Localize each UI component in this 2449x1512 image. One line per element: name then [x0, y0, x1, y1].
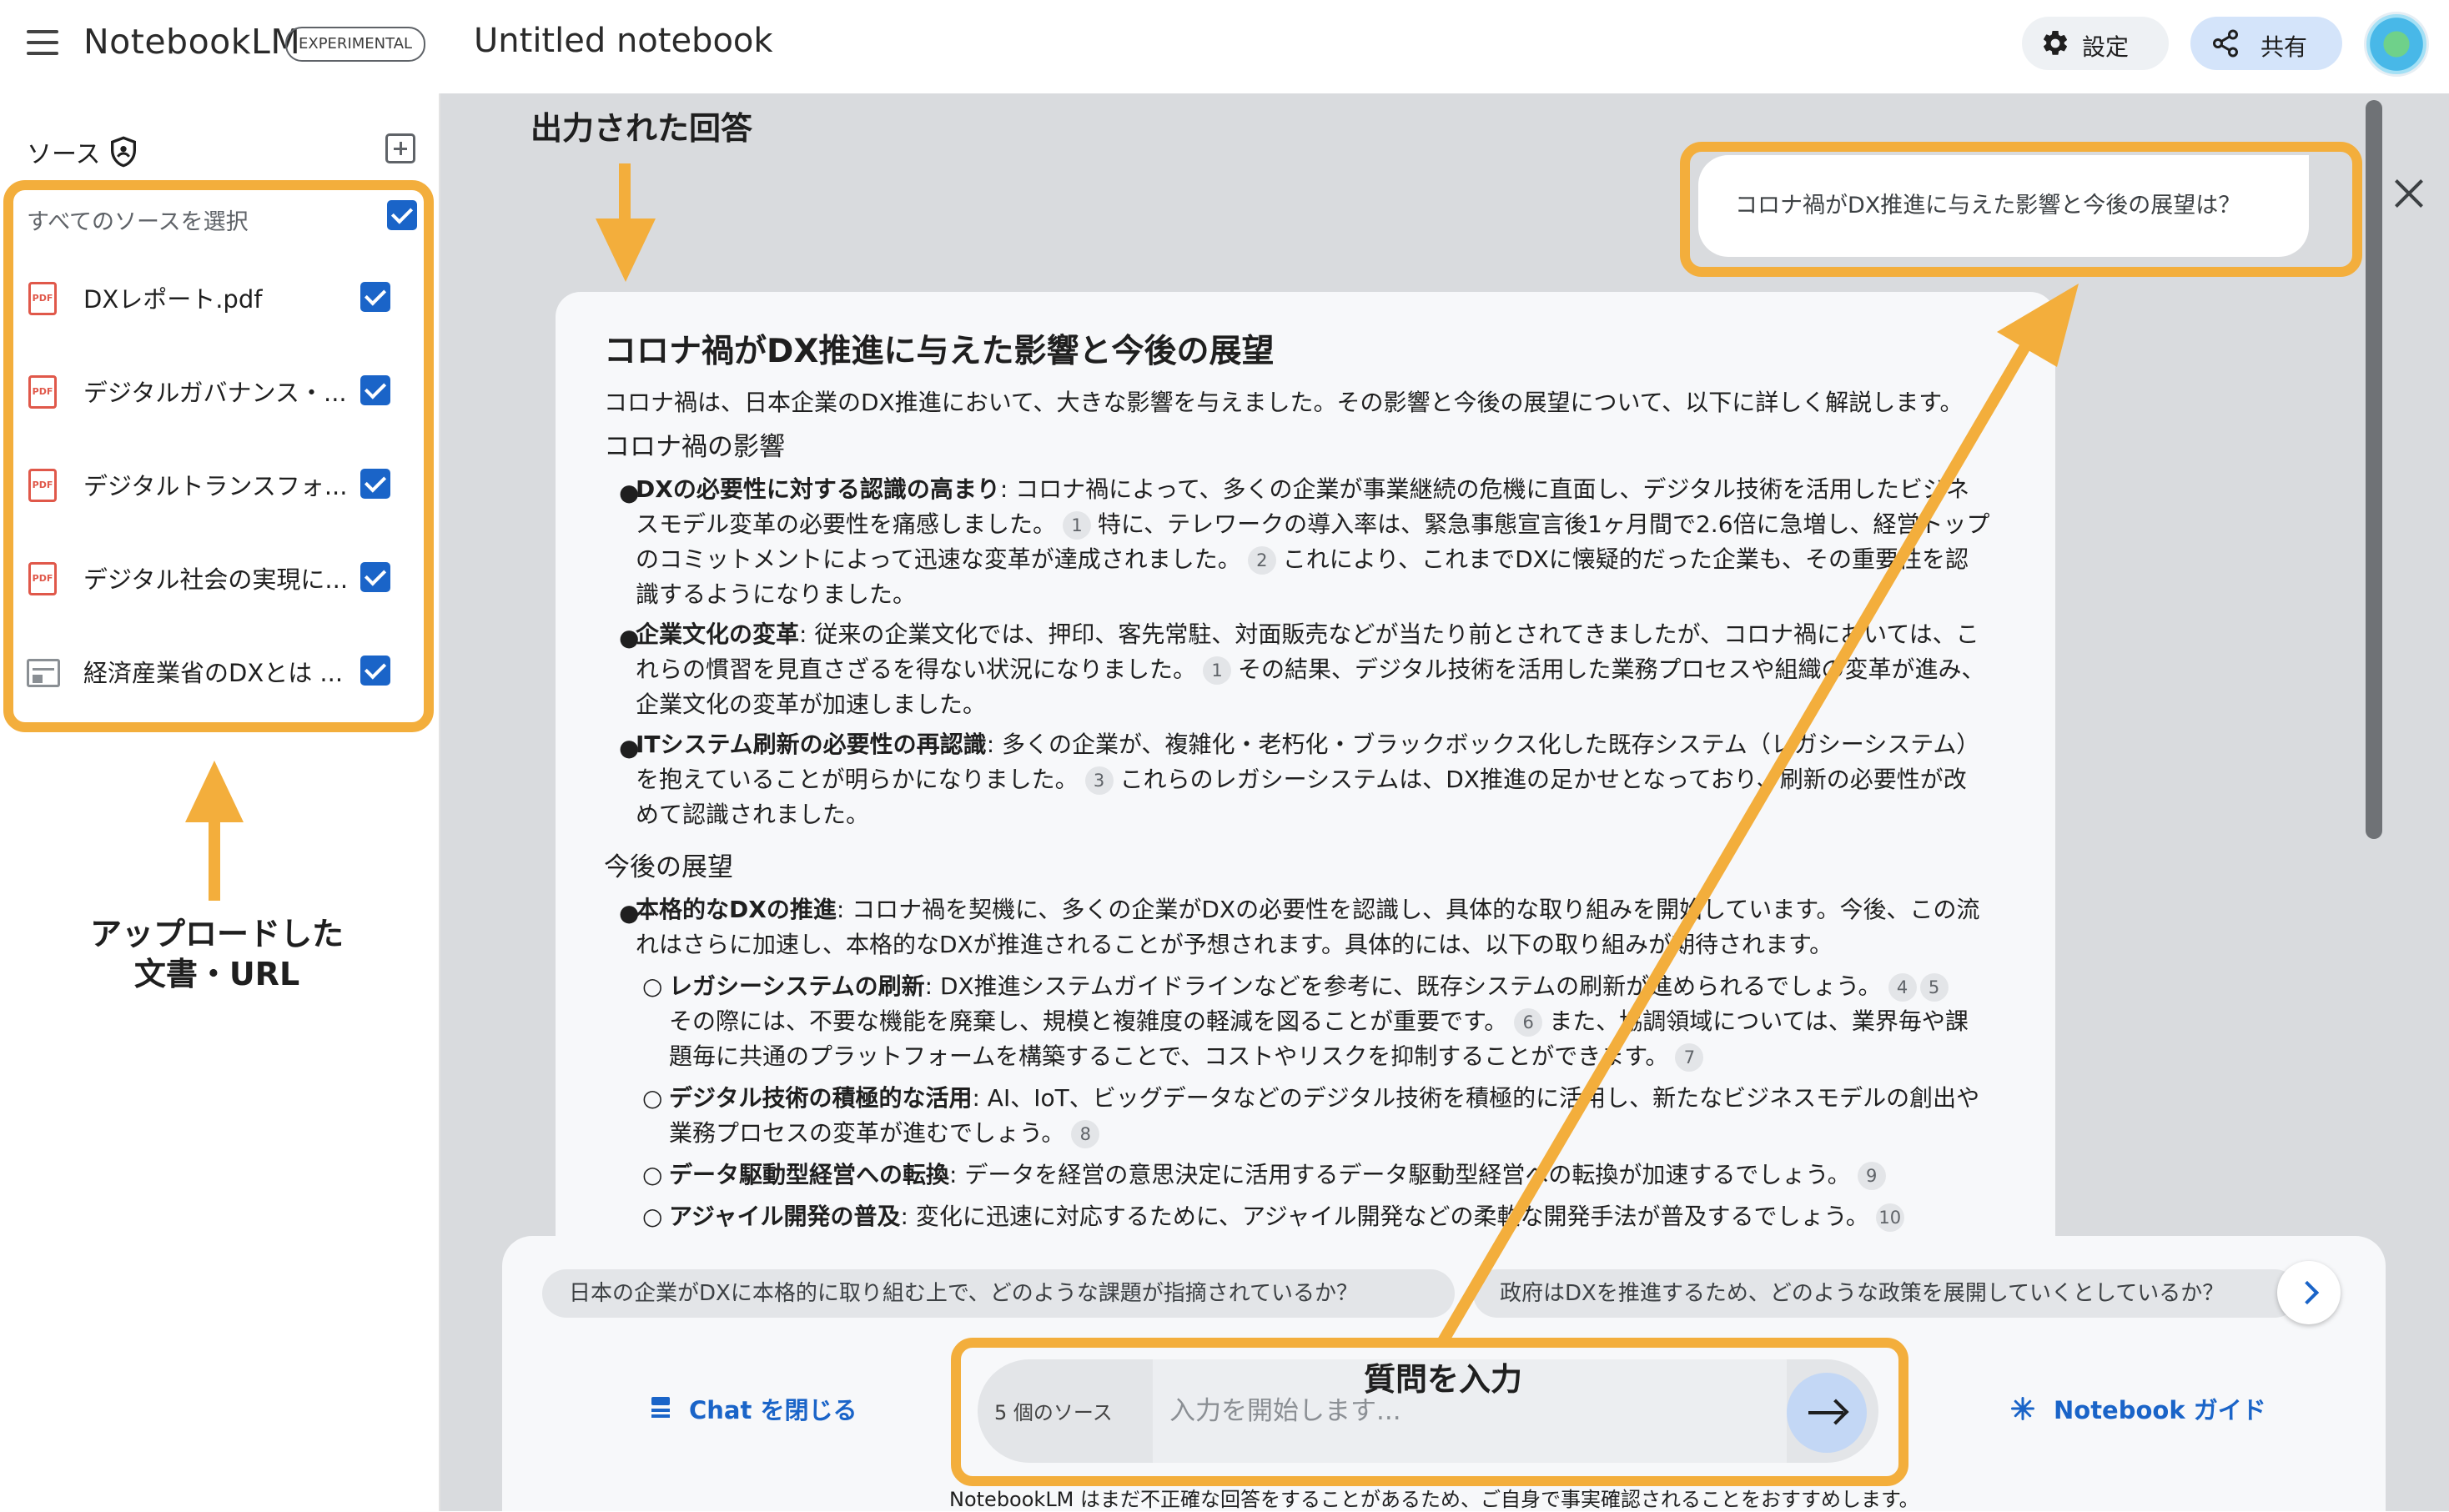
- close-chat-label: Chat を閉じる: [689, 1396, 857, 1424]
- citation-chip[interactable]: 9: [1857, 1162, 1886, 1190]
- section-heading: 今後の展望: [604, 852, 733, 882]
- sub-bullet-circle: ○: [642, 972, 663, 1000]
- sub-bullet-line: デジタル技術の積極的な活用: AI、IoT、ビッグデータなどのデジタル技術を積極…: [669, 1084, 1980, 1112]
- share-label: 共有: [2260, 33, 2308, 61]
- bullet-line: れらの慣習を見直さざるを得ない状況になりました。 1 その結果、デジタル技術を活用し…: [636, 656, 1985, 685]
- answer-title: コロナ禍がDX推進に与えた影響と今後の展望: [604, 333, 1275, 370]
- citation-chip[interactable]: 5: [1919, 973, 1949, 1002]
- input-annotation: 質問を入力: [1363, 1361, 1522, 1398]
- sub-bullet-circle: ○: [642, 1084, 663, 1112]
- bullet-line: めて認識されました。: [636, 801, 870, 828]
- close-icon[interactable]: [2391, 175, 2427, 212]
- shield-icon[interactable]: [107, 135, 140, 168]
- share-button[interactable]: 共有: [2190, 17, 2342, 70]
- bullet-line: を抱えていることが明らかになりました。 3 これらのレガシーシステムは、DX推進の足…: [636, 766, 1967, 795]
- sub-bullet-line: データ駆動型経営への転換: データを経営の意思決定に活用するデータ駆動型経営への…: [669, 1158, 1893, 1193]
- bullet-line: 企業文化の変革が加速しました。: [636, 691, 987, 718]
- bullet-line: 企業文化の変革: 従来の企業文化では、押印、客先常駐、対面販売などが当たり前とさ…: [636, 620, 1979, 648]
- bullet-line: ITシステム刷新の必要性の再認識: 多くの企業が、複雑化・老朽化・ブラックボック…: [636, 731, 1980, 758]
- sub-bullet-circle: ○: [642, 1161, 663, 1188]
- citation-chip[interactable]: 8: [1071, 1120, 1100, 1148]
- disclaimer-text: NotebookLM はまだ不正確な回答をすることがあるため、ご自身で事実確認さ…: [949, 1488, 1919, 1511]
- bullet-line: れはさらに加速し、本格的なDXが推進されることが予想されます。具体的には、以下の…: [636, 931, 1833, 958]
- sources-title: ソース: [27, 140, 101, 169]
- citation-chip[interactable]: 6: [1514, 1008, 1543, 1037]
- settings-button[interactable]: 設定: [2022, 17, 2169, 70]
- avatar[interactable]: [2364, 12, 2429, 77]
- bullet-line: 本格的なDXの推進: コロナ禍を契機に、多くの企業がDXの必要性を認識し、具体的…: [636, 896, 1980, 923]
- bullet-line: のコミットメントによって迅速な変革が達成されました。 2 これにより、これまでDXに…: [636, 545, 1969, 575]
- app-name: NotebookLM: [83, 22, 301, 62]
- suggestion-chip[interactable]: 日本の企業がDXに本格的に取り組む上で、どのような課題が指摘されているか？: [542, 1269, 1455, 1318]
- experimental-badge: EXPERIMENTAL: [285, 27, 426, 62]
- gear-icon: [2043, 30, 2068, 55]
- bullet-line: スモデル変革の必要性を痛感しました。 1 特に、テレワークの導入率は、緊急事態宣言後…: [636, 510, 1990, 540]
- citation-chip[interactable]: 4: [1888, 973, 1917, 1002]
- bullet-line: DXの必要性に対する認識の高まり: コロナ禍によって、多くの企業が事業継続の危機…: [636, 475, 1969, 503]
- citation-chip[interactable]: 7: [1675, 1043, 1704, 1072]
- question-highlight-box: [1680, 142, 2362, 277]
- section-heading: コロナ禍の影響: [604, 432, 785, 462]
- citation-chip[interactable]: 1: [1203, 656, 1232, 685]
- chat-icon: [651, 1397, 670, 1418]
- sub-bullet-line: 題毎に共通のプラットフォームを構築することで、コストやリスクを抑制することができ…: [669, 1039, 1710, 1074]
- answer-intro: コロナ禍は、日本企業のDX推進において、大きな影響を与えました。その影響と今後の…: [604, 389, 1964, 416]
- sparkle-icon: [2011, 1397, 2034, 1420]
- sub-bullet-line: 業務プロセスの変革が進むでしょう。 8: [669, 1116, 1106, 1151]
- answer-card: コロナ禍がDX推進に与えた影響と今後の展望 コロナ禍は、日本企業のDX推進におい…: [556, 292, 2055, 1251]
- add-box-icon[interactable]: [385, 133, 415, 163]
- sources-highlight-box: [3, 180, 434, 732]
- notebook-guide-button[interactable]: Notebook ガイド: [2010, 1388, 2266, 1429]
- top-bar: NotebookLM EXPERIMENTAL Untitled noteboo…: [0, 0, 2449, 93]
- suggestion-chip[interactable]: 政府はDXを推進するため、どのような政策を展開していくとしているか？: [1473, 1269, 2299, 1318]
- close-chat-button[interactable]: Chat を閉じる: [651, 1388, 857, 1429]
- citation-chip[interactable]: 3: [1084, 766, 1114, 795]
- sub-bullet-line: その際には、不要な機能を廃棄し、規模と複雑度の軽減を図ることが重要です。 6 また、…: [669, 1007, 1969, 1037]
- share-icon: [2213, 29, 2238, 58]
- upload-annotation-line1: アップロードした: [89, 916, 344, 952]
- notebook-title[interactable]: Untitled notebook: [474, 22, 773, 60]
- settings-label: 設定: [2082, 33, 2130, 61]
- citation-chip[interactable]: 1: [1063, 511, 1092, 540]
- chevron-right-icon[interactable]: [2277, 1261, 2341, 1324]
- guide-label: Notebook ガイド: [2054, 1396, 2266, 1424]
- sub-bullet-circle: ○: [642, 1203, 663, 1230]
- citation-chip[interactable]: 2: [1247, 546, 1276, 575]
- bullet-line: 識するようになりました。: [636, 580, 917, 608]
- sub-bullet-line: レガシーシステムの刷新: DX推進システムガイドラインなどを参考に、既存システム…: [669, 969, 1955, 1004]
- sub-bullet-line: アジャイル開発の普及: 変化に迅速に対応するために、アジャイル開発などの柔軟な開…: [669, 1199, 1911, 1234]
- hamburger-icon[interactable]: [27, 30, 60, 57]
- answer-annotation: 出力された回答: [531, 110, 753, 147]
- citation-chip[interactable]: 10: [1875, 1203, 1904, 1232]
- scrollbar[interactable]: [2366, 100, 2382, 839]
- upload-annotation-line2: 文書・URL: [133, 956, 300, 992]
